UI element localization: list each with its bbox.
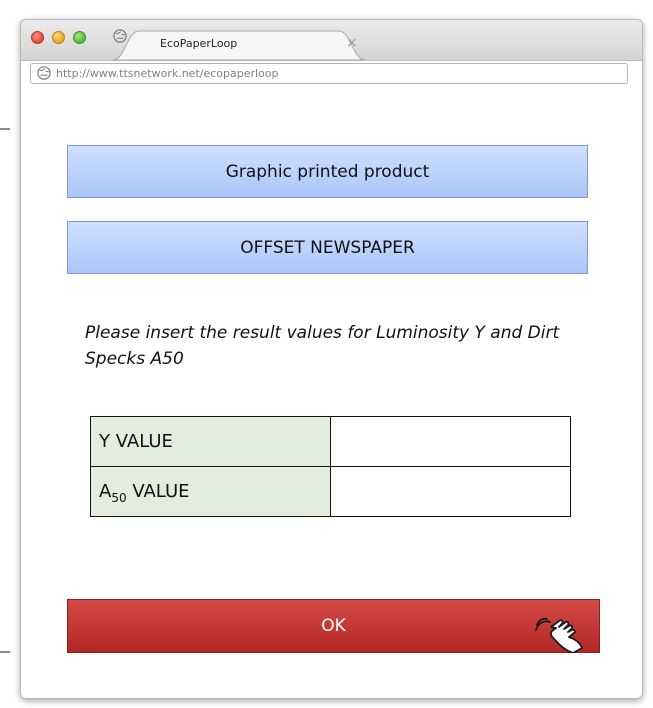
maximize-window-button[interactable]: [73, 31, 86, 44]
a50-value-label: A50 VALUE: [90, 466, 331, 517]
a50-label-suffix: VALUE: [126, 481, 190, 502]
close-window-button[interactable]: [31, 31, 44, 44]
product-category-bar: OFFSET NEWSPAPER: [67, 221, 588, 274]
a50-label-subscript: 50: [111, 491, 127, 505]
product-type-bar: Graphic printed product: [67, 145, 588, 198]
table-row: Y VALUE: [90, 416, 571, 467]
a50-label-prefix: A: [99, 481, 112, 502]
a50-value-input[interactable]: [331, 467, 570, 516]
address-bar[interactable]: http://www.ttsnetwork.net/ecopaperloop: [30, 63, 628, 84]
y-value-cell: [330, 416, 571, 467]
table-row: A50 VALUE: [90, 466, 571, 517]
product-type-label: Graphic printed product: [225, 161, 430, 182]
tab-title: EcoPaperLoop: [160, 37, 238, 50]
tab-shape: [113, 30, 366, 61]
ok-button[interactable]: OK: [67, 599, 600, 653]
browser-tab[interactable]: EcoPaperLoop ×: [113, 29, 373, 61]
globe-icon: [37, 66, 51, 80]
hand-pointer-icon: [535, 617, 583, 653]
y-value-input[interactable]: [331, 417, 570, 466]
results-table: Y VALUE A50 VALUE: [90, 416, 571, 517]
product-category-label: OFFSET NEWSPAPER: [240, 237, 415, 258]
globe-icon: [113, 29, 127, 43]
instruction-text: Please insert the result values for Lumi…: [85, 323, 560, 369]
a50-value-cell: [330, 466, 571, 517]
ok-button-label: OK: [321, 616, 346, 636]
edge-mark: [0, 128, 10, 130]
y-value-label: Y VALUE: [90, 416, 331, 467]
url-text[interactable]: http://www.ttsnetwork.net/ecopaperloop: [56, 67, 279, 80]
close-icon[interactable]: ×: [346, 35, 358, 51]
screenshot-stage: EcoPaperLoop × http://www.ttsnetwork.net…: [0, 0, 653, 708]
browser-window: EcoPaperLoop × http://www.ttsnetwork.net…: [20, 19, 643, 699]
edge-mark: [0, 651, 10, 653]
title-bar: EcoPaperLoop × http://www.ttsnetwork.net…: [21, 20, 642, 84]
page-content: Graphic printed product OFFSET NEWSPAPER…: [21, 86, 642, 698]
minimize-window-button[interactable]: [52, 31, 65, 44]
